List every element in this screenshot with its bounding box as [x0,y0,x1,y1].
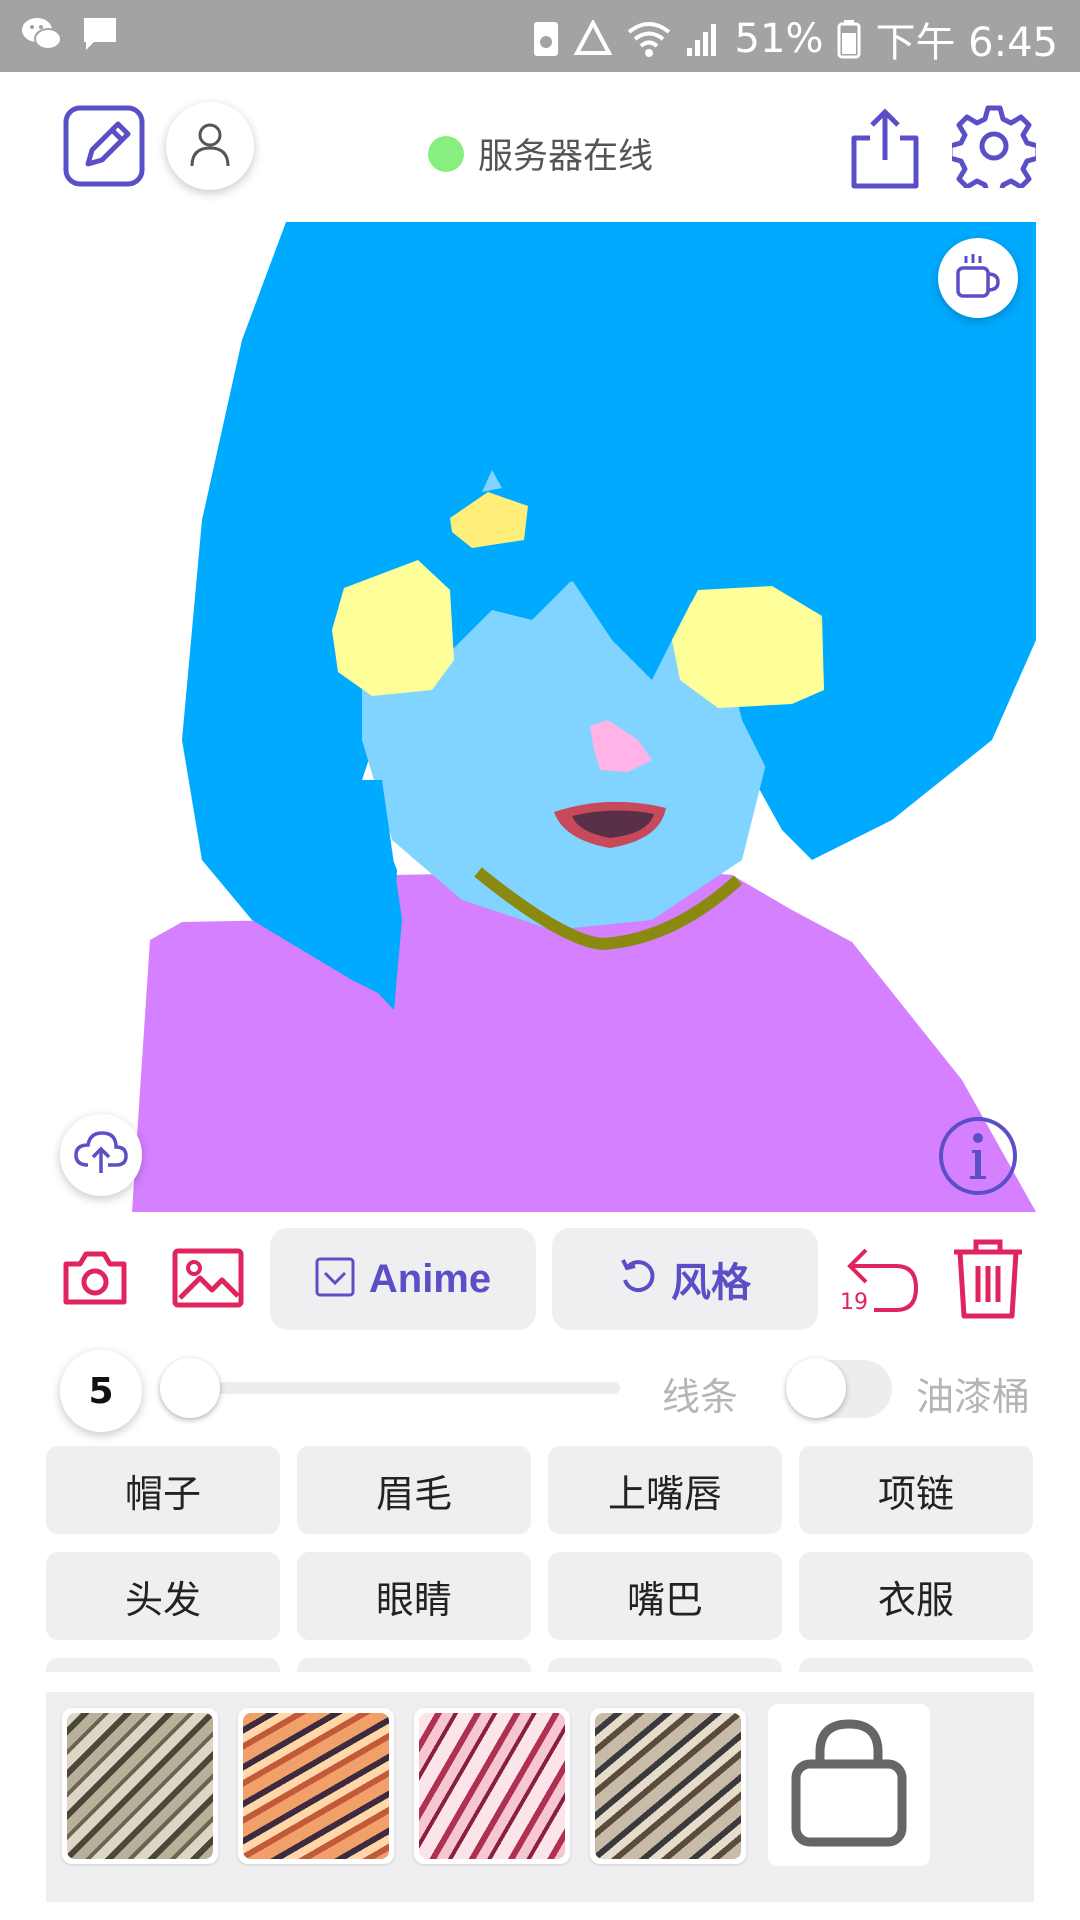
category-necklace[interactable]: 项链 [799,1446,1033,1534]
category-mouth[interactable]: 嘴巴 [548,1552,782,1640]
edit-icon [62,105,146,192]
texture-thumbnail[interactable] [62,1708,218,1864]
category-hat[interactable]: 帽子 [46,1446,280,1534]
image-icon [172,1248,244,1312]
texture-image [67,1713,213,1859]
texture-thumbnail[interactable] [238,1708,394,1864]
paint-bucket-label: 油漆桶 [916,1375,1031,1419]
style-label: 风格 [671,1261,751,1305]
model-label: Anime [368,1256,492,1301]
shopping-bag-icon [790,1718,908,1852]
cloud-upload-button[interactable] [60,1114,142,1196]
category-clothes[interactable]: 衣服 [799,1552,1033,1640]
paint-bucket-toggle-thumb[interactable] [786,1358,846,1418]
trash-icon [950,1239,1026,1324]
camera-button[interactable] [62,1250,128,1310]
category-eyebrows[interactable]: 眉毛 [297,1446,531,1534]
coffee-icon [952,250,1004,306]
category-more[interactable] [799,1658,1033,1672]
category-label: 项链 [877,1471,954,1516]
brush-size-indicator: 5 [60,1350,142,1432]
category-label: 衣服 [877,1577,954,1622]
model-select-button[interactable]: Anime [270,1228,536,1330]
checkbox-icon [315,1257,355,1301]
info-button[interactable] [938,1116,1018,1200]
category-label: 眉毛 [375,1471,452,1516]
coffee-button[interactable] [938,238,1018,318]
lines-label: 线条 [662,1375,739,1419]
battery-icon [837,19,861,59]
category-more[interactable] [548,1658,782,1672]
server-status-text: 服务器在线 [478,137,654,177]
brush-size-value: 5 [88,1370,114,1412]
category-more[interactable] [297,1658,531,1672]
category-upper-lip[interactable]: 上嘴唇 [548,1446,782,1534]
texture-store-button[interactable] [768,1704,930,1866]
texture-image [243,1713,389,1859]
battery-percent: 51% [734,16,824,62]
settings-icon [947,105,1041,199]
user-button[interactable] [166,102,254,190]
info-icon [938,1117,1018,1200]
category-eyes[interactable]: 眼睛 [297,1552,531,1640]
share-icon [848,108,922,194]
texture-thumbnail[interactable] [414,1708,570,1864]
texture-strip [46,1692,1034,1902]
server-status: 服务器在线 [428,128,653,179]
clock: 下午 6:45 [875,20,1058,66]
settings-button[interactable] [947,104,1041,199]
sim-icon [533,20,559,58]
category-label: 帽子 [124,1471,201,1516]
category-more[interactable] [46,1658,280,1672]
wechat-icon [20,14,64,54]
refresh-icon [619,1258,657,1300]
message-icon [82,16,118,52]
status-bar: 51% 下午 6:45 [0,0,1080,72]
texture-thumbnail[interactable] [590,1708,746,1864]
edit-button[interactable] [62,104,146,192]
camera-icon [62,1251,128,1310]
undo-button[interactable]: 19 [840,1242,922,1315]
user-icon [186,120,234,172]
wifi-icon [627,20,671,58]
drawing-artwork [132,222,1036,1212]
category-grid: 帽子 眉毛 上嘴唇 项链 头发 眼睛 嘴巴 衣服 [0,1440,1080,1672]
category-label: 眼睛 [375,1577,452,1622]
recycle-icon [573,20,613,58]
share-button[interactable] [848,108,922,194]
delete-button[interactable] [950,1238,1026,1324]
signal-icon [685,20,721,58]
brush-size-slider[interactable] [170,1382,620,1394]
category-label: 嘴巴 [626,1577,703,1622]
style-button[interactable]: 风格 [552,1228,818,1330]
category-hair[interactable]: 头发 [46,1552,280,1640]
cloud-upload-icon [74,1131,128,1179]
brush-size-slider-thumb[interactable] [160,1358,220,1418]
texture-image [595,1713,741,1859]
category-label: 头发 [124,1577,201,1622]
undo-count: 19 [840,1290,868,1315]
gallery-button[interactable] [172,1248,244,1312]
texture-image [419,1713,565,1859]
category-label: 上嘴唇 [607,1471,722,1516]
drawing-canvas[interactable] [132,220,1036,1212]
status-dot [428,135,464,172]
